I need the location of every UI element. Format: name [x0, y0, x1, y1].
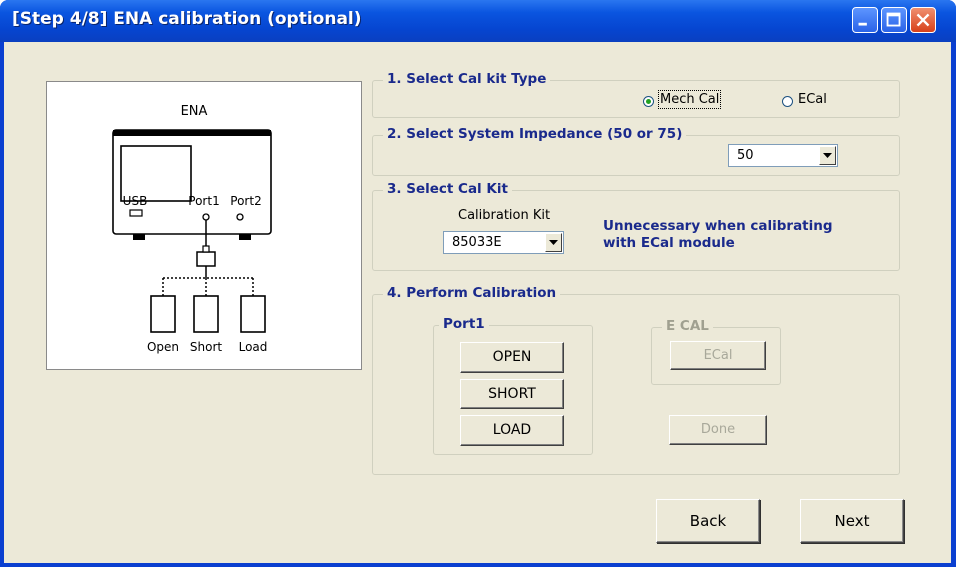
port2-label: Port2 — [230, 194, 261, 208]
wizard-window: [Step 4/8] ENA calibration (optional) EN… — [0, 0, 956, 567]
load-button[interactable]: LOAD — [460, 415, 564, 446]
impedance-legend: 2. Select System Impedance (50 or 75) — [383, 126, 687, 142]
cal-kit-group: 3. Select Cal Kit Calibration Kit 85033E… — [372, 181, 900, 271]
ecal-button[interactable]: ECal — [670, 341, 766, 370]
port1-legend: Port1 — [439, 316, 489, 332]
minimize-button[interactable] — [852, 7, 878, 33]
cal-kit-legend: 3. Select Cal Kit — [383, 181, 512, 197]
calibration-kit-value: 85033E — [452, 235, 502, 250]
impedance-select[interactable]: 50 — [728, 144, 838, 167]
ena-connection-illustration: ENA USB Port1 Port2 Open Short Load — [112, 104, 272, 354]
ecal-radio[interactable] — [782, 96, 793, 107]
impedance-value: 50 — [737, 148, 754, 163]
impedance-dropdown-button[interactable] — [819, 146, 836, 165]
load-label: Load — [239, 340, 268, 354]
ecal-radio-label[interactable]: ECal — [798, 92, 827, 107]
ecal-group: E CAL ECal — [651, 318, 781, 385]
cal-kit-type-group: 1. Select Cal kit Type Mech Cal ECal — [372, 71, 900, 118]
calibration-kit-select[interactable]: 85033E — [443, 231, 564, 254]
close-button[interactable] — [910, 7, 936, 33]
perform-calibration-legend: 4. Perform Calibration — [383, 285, 561, 301]
port1-label: Port1 — [188, 194, 219, 208]
title-bar[interactable]: [Step 4/8] ENA calibration (optional) — [0, 0, 956, 42]
port1-group: Port1 OPEN SHORT LOAD — [433, 316, 593, 455]
back-button[interactable]: Back — [656, 499, 760, 543]
maximize-button[interactable] — [881, 7, 907, 33]
mech-cal-label[interactable]: Mech Cal — [657, 90, 722, 109]
maximize-icon — [886, 12, 901, 27]
done-button[interactable]: Done — [669, 415, 767, 445]
calibration-kit-dropdown-button[interactable] — [545, 233, 562, 252]
ecal-note: Unnecessary when calibrating with ECal m… — [603, 218, 833, 252]
ecal-legend: E CAL — [662, 318, 713, 334]
open-label: Open — [147, 340, 179, 354]
next-button[interactable]: Next — [800, 499, 904, 543]
usb-label: USB — [123, 194, 148, 208]
ecal-note-line2: with ECal module — [603, 235, 735, 251]
chevron-down-icon — [823, 153, 832, 158]
connection-diagram: ENA USB Port1 Port2 Open Short Load — [46, 81, 362, 370]
cal-kit-type-legend: 1. Select Cal kit Type — [383, 71, 551, 87]
window-title: [Step 4/8] ENA calibration (optional) — [12, 9, 362, 29]
impedance-group: 2. Select System Impedance (50 or 75) 50 — [372, 126, 900, 176]
short-button[interactable]: SHORT — [460, 379, 564, 409]
perform-calibration-group: 4. Perform Calibration Port1 OPEN SHORT … — [372, 285, 900, 475]
minimize-icon — [858, 22, 867, 26]
ena-label: ENA — [181, 104, 208, 119]
ecal-note-line1: Unnecessary when calibrating — [603, 218, 833, 234]
close-icon — [916, 13, 930, 27]
mech-cal-radio[interactable] — [643, 96, 654, 107]
calibration-kit-label: Calibration Kit — [458, 208, 551, 223]
open-button[interactable]: OPEN — [460, 342, 564, 373]
short-label: Short — [190, 340, 222, 354]
chevron-down-icon — [549, 240, 558, 245]
